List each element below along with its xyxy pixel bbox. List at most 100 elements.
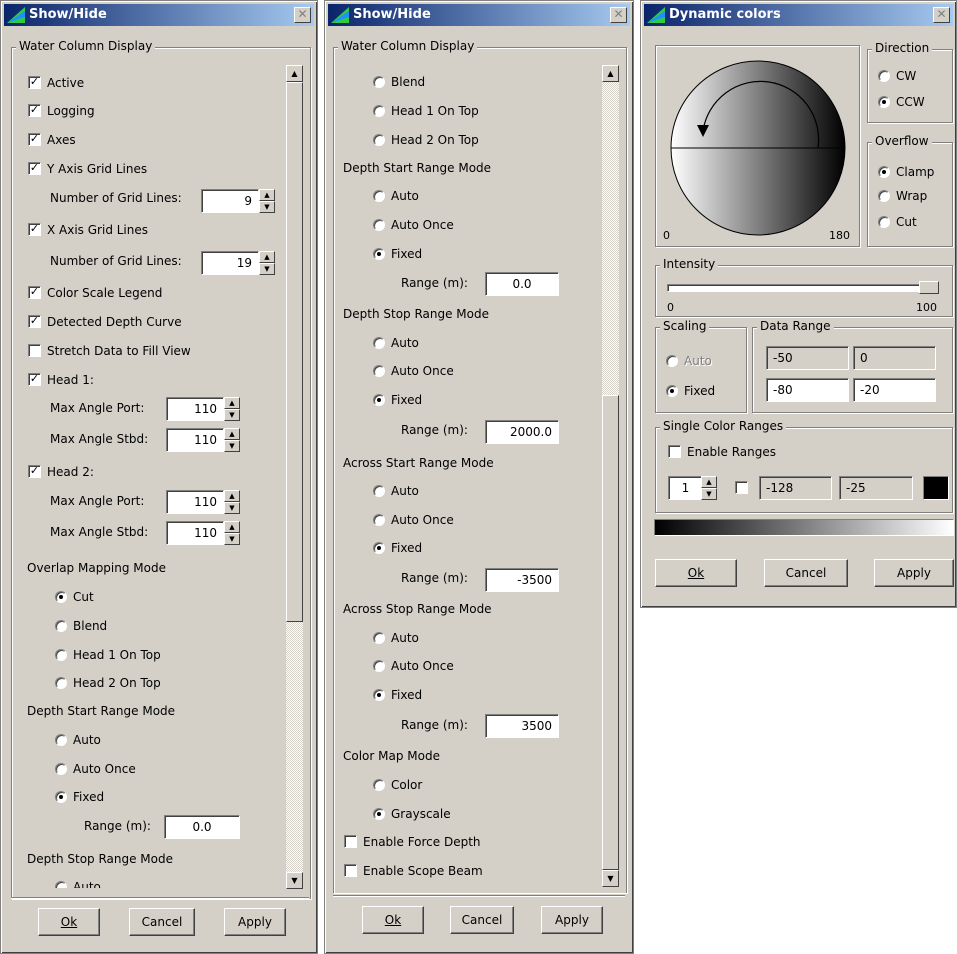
head1-port-spinner[interactable]: ▲ ▼: [224, 397, 240, 421]
dsr-range-field[interactable]: 0.0: [485, 272, 559, 296]
overlap-head1-top-radio[interactable]: Head 1 On Top: [55, 646, 161, 664]
dstop-auto-radio[interactable]: Auto: [55, 878, 101, 888]
x-grid-count-spinner[interactable]: ▲ ▼: [259, 251, 275, 275]
y-grid-count-field[interactable]: 9: [201, 189, 259, 213]
active-checkbox[interactable]: ✓ Active: [28, 74, 84, 92]
vertical-scrollbar[interactable]: ▲ ▼: [602, 65, 619, 887]
scroll-thumb[interactable]: [602, 395, 619, 870]
close-button[interactable]: ✕: [933, 7, 950, 23]
dsr-range-field[interactable]: 0.0: [164, 815, 240, 839]
dsr-auto-once-radio[interactable]: Auto Once: [373, 216, 454, 234]
x-axis-grid-checkbox[interactable]: ✓ X Axis Grid Lines: [28, 221, 148, 239]
scroll-up-button[interactable]: ▲: [286, 65, 303, 82]
range-color-swatch[interactable]: [923, 476, 949, 500]
color-wheel[interactable]: [663, 53, 853, 243]
overlap-head2-top-radio[interactable]: Head 2 On Top: [55, 674, 161, 692]
overlap-cut-radio[interactable]: Cut: [55, 588, 94, 606]
overflow-clamp-radio[interactable]: Clamp: [878, 163, 934, 181]
range-min-field[interactable]: -128: [759, 476, 832, 500]
overflow-wrap-radio[interactable]: Wrap: [878, 187, 927, 205]
astop-auto-radio[interactable]: Auto: [373, 629, 419, 647]
y-grid-count-spinner[interactable]: ▲ ▼: [259, 189, 275, 213]
vertical-scrollbar[interactable]: ▲ ▼: [286, 65, 303, 889]
scroll-down-button[interactable]: ▼: [286, 872, 303, 889]
range-max-field[interactable]: -25: [839, 476, 913, 500]
cmm-grayscale-radio[interactable]: Grayscale: [373, 805, 451, 823]
radio-icon: [373, 133, 385, 146]
range-index-field[interactable]: 1: [668, 476, 703, 500]
intensity-slider-thumb[interactable]: [919, 281, 939, 294]
scaling-auto-radio[interactable]: Auto: [666, 352, 712, 370]
asr-fixed-radio[interactable]: Fixed: [373, 539, 422, 557]
astop-auto-once-radio[interactable]: Auto Once: [373, 657, 454, 675]
overlap-blend-radio[interactable]: Blend: [55, 617, 107, 635]
cancel-button[interactable]: Cancel: [764, 559, 848, 587]
asr-auto-radio[interactable]: Auto: [373, 482, 419, 500]
cancel-button[interactable]: Cancel: [129, 908, 195, 936]
radio-icon: [373, 104, 385, 117]
head1-stbd-spinner[interactable]: ▲ ▼: [224, 428, 240, 452]
overlap-blend-radio[interactable]: Blend: [373, 73, 425, 91]
radio-icon: [878, 95, 890, 108]
head1-checkbox[interactable]: ✓ Head 1:: [28, 371, 94, 389]
title-bar[interactable]: Show/Hide ✕: [4, 4, 314, 26]
scaling-fixed-radio[interactable]: Fixed: [666, 382, 715, 400]
apply-button[interactable]: Apply: [541, 906, 603, 934]
stretch-data-checkbox[interactable]: Stretch Data to Fill View: [28, 342, 191, 360]
title-bar[interactable]: Show/Hide ✕: [328, 4, 630, 26]
color-scale-legend-checkbox[interactable]: ✓ Color Scale Legend: [28, 284, 162, 302]
astop-range-field[interactable]: 3500: [485, 714, 559, 738]
overlap-head1-top-radio[interactable]: Head 1 On Top: [373, 102, 479, 120]
direction-ccw-radio[interactable]: CCW: [878, 93, 925, 111]
dstop-auto-once-radio[interactable]: Auto Once: [373, 362, 454, 380]
scroll-thumb[interactable]: [286, 82, 303, 622]
apply-button[interactable]: Apply: [874, 559, 954, 587]
data-range-max-field[interactable]: -20: [853, 378, 936, 402]
radio-icon: [55, 648, 67, 661]
title-bar[interactable]: Dynamic colors ✕: [644, 4, 953, 26]
enable-ranges-checkbox[interactable]: Enable Ranges: [668, 443, 776, 461]
cancel-button[interactable]: Cancel: [450, 906, 514, 934]
ok-button[interactable]: Ok: [362, 906, 424, 934]
ok-button[interactable]: Ok: [38, 908, 100, 936]
asr-auto-once-radio[interactable]: Auto Once: [373, 511, 454, 529]
enable-force-depth-checkbox[interactable]: Enable Force Depth: [344, 833, 481, 851]
overlap-head2-top-radio[interactable]: Head 2 On Top: [373, 131, 479, 149]
ok-button[interactable]: Ok: [655, 559, 737, 587]
astop-fixed-radio[interactable]: Fixed: [373, 686, 422, 704]
dsr-auto-radio[interactable]: Auto: [373, 187, 419, 205]
head2-port-spinner[interactable]: ▲ ▼: [224, 490, 240, 514]
y-axis-grid-checkbox[interactable]: ✓ Y Axis Grid Lines: [28, 160, 147, 178]
intensity-track[interactable]: [667, 284, 939, 292]
x-grid-count-field[interactable]: 19: [201, 251, 259, 275]
dsr-fixed-radio[interactable]: Fixed: [55, 788, 104, 806]
close-button[interactable]: ✕: [294, 7, 311, 23]
direction-cw-radio[interactable]: CW: [878, 67, 916, 85]
data-range-min-field[interactable]: -80: [766, 378, 849, 402]
head2-stbd-spinner[interactable]: ▲ ▼: [224, 521, 240, 545]
cmm-color-radio[interactable]: Color: [373, 776, 422, 794]
logging-checkbox[interactable]: ✓ Logging: [28, 102, 95, 120]
head2-port-field[interactable]: 110: [166, 490, 224, 514]
asr-range-field[interactable]: -3500: [485, 568, 559, 592]
head2-stbd-field[interactable]: 110: [166, 521, 224, 545]
range-enable-checkbox[interactable]: [735, 479, 754, 497]
enable-scope-beam-checkbox[interactable]: Enable Scope Beam: [344, 862, 483, 880]
overflow-cut-radio[interactable]: Cut: [878, 213, 917, 231]
dsr-auto-radio[interactable]: Auto: [55, 731, 101, 749]
dstop-fixed-radio[interactable]: Fixed: [373, 391, 422, 409]
detected-depth-curve-checkbox[interactable]: ✓ Detected Depth Curve: [28, 313, 182, 331]
scroll-down-button[interactable]: ▼: [602, 870, 619, 887]
range-index-spinner[interactable]: ▲ ▼: [701, 476, 717, 500]
axes-checkbox[interactable]: ✓ Axes: [28, 131, 76, 149]
head2-checkbox[interactable]: ✓ Head 2:: [28, 463, 94, 481]
head1-port-field[interactable]: 110: [166, 397, 224, 421]
dstop-range-field[interactable]: 2000.0: [485, 420, 559, 444]
dsr-fixed-radio[interactable]: Fixed: [373, 245, 422, 263]
dsr-auto-once-radio[interactable]: Auto Once: [55, 760, 136, 778]
apply-button[interactable]: Apply: [224, 908, 286, 936]
close-button[interactable]: ✕: [610, 7, 627, 23]
scroll-up-button[interactable]: ▲: [602, 65, 619, 82]
head1-stbd-field[interactable]: 110: [166, 428, 224, 452]
dstop-auto-radio[interactable]: Auto: [373, 334, 419, 352]
